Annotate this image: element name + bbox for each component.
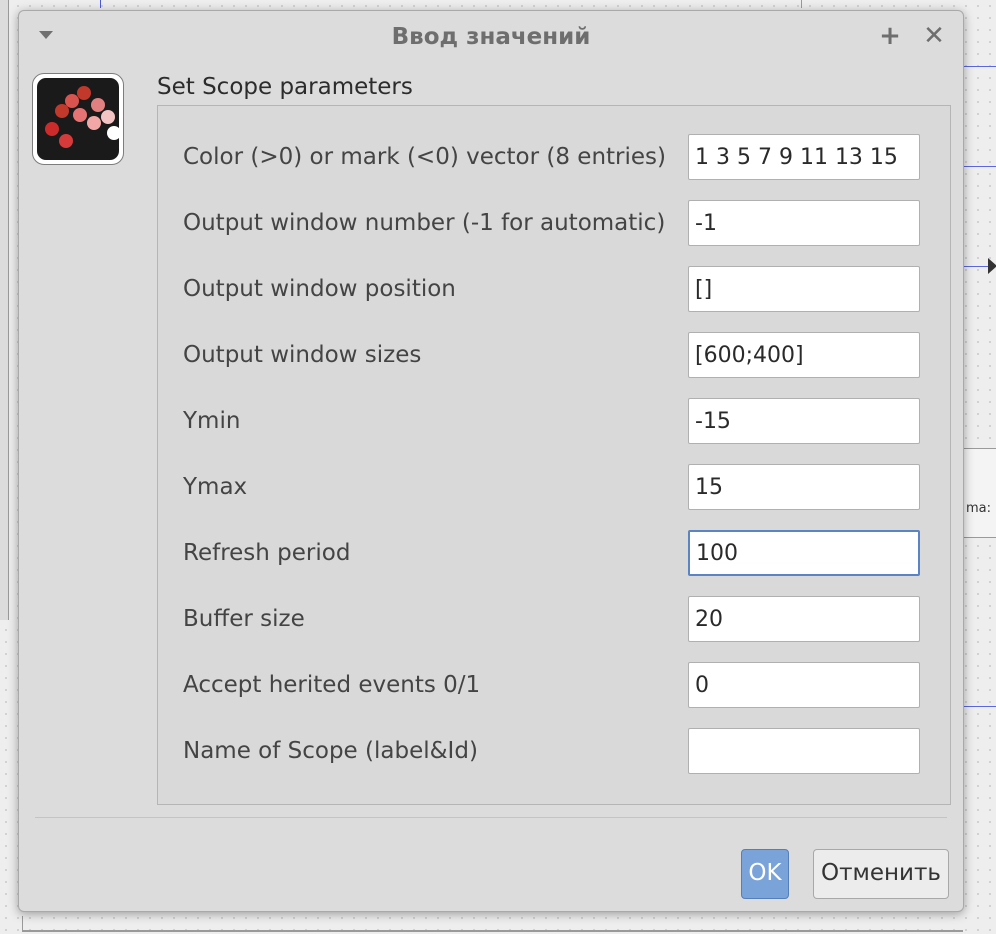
background-block: ma:: [962, 448, 996, 538]
link-line: [960, 266, 990, 267]
field-label: Ymin: [183, 408, 241, 434]
background-block-edge: [100, 0, 802, 8]
form-title: Set Scope parameters: [157, 74, 413, 100]
field-row-window-number: Output window number (-1 for automatic): [158, 200, 950, 250]
link-line: [960, 66, 996, 67]
field-label: Output window position: [183, 276, 456, 302]
field-row-ymax: Ymax: [158, 464, 950, 514]
field-label: Color (>0) or mark (<0) vector (8 entrie…: [183, 144, 666, 170]
refresh-period-input[interactable]: [688, 530, 920, 576]
link-line: [960, 166, 996, 167]
input-dialog: Ввод значений + ✕ Set Scope parameters C…: [18, 10, 964, 912]
background-frame: [22, 916, 963, 932]
field-label: Refresh period: [183, 540, 351, 566]
plus-icon[interactable]: +: [876, 21, 904, 51]
window-position-input[interactable]: [688, 266, 920, 312]
parameters-group: Color (>0) or mark (<0) vector (8 entrie…: [157, 105, 951, 805]
window-number-input[interactable]: [688, 200, 920, 246]
ymax-input[interactable]: [688, 464, 920, 510]
herited-events-input[interactable]: [688, 662, 920, 708]
window-sizes-input[interactable]: [688, 332, 920, 378]
field-row-color-vector: Color (>0) or mark (<0) vector (8 entrie…: [158, 134, 950, 184]
close-icon[interactable]: ✕: [920, 21, 948, 51]
cancel-button[interactable]: Отменить: [813, 849, 949, 899]
field-label: Output window sizes: [183, 342, 422, 368]
divider: [35, 817, 947, 818]
link-arrow-icon: [988, 258, 996, 274]
buffer-size-input[interactable]: [688, 596, 920, 642]
link-line: [960, 706, 996, 707]
field-row-window-position: Output window position: [158, 266, 950, 316]
field-label: Buffer size: [183, 606, 305, 632]
background-block-label: ma:: [966, 501, 992, 516]
scope-name-input[interactable]: [688, 728, 920, 774]
ymin-input[interactable]: [688, 398, 920, 444]
color-vector-input[interactable]: [688, 134, 920, 180]
field-row-refresh-period: Refresh period: [158, 530, 950, 580]
title-bar[interactable]: Ввод значений + ✕: [19, 11, 963, 63]
field-row-herited-events: Accept herited events 0/1: [158, 662, 950, 712]
field-row-window-sizes: Output window sizes: [158, 332, 950, 382]
field-label: Ymax: [183, 474, 248, 500]
field-label: Output window number (-1 for automatic): [183, 210, 666, 236]
background-panel: [0, 0, 9, 620]
field-label: Accept herited events 0/1: [183, 672, 481, 698]
field-label: Name of Scope (label&Id): [183, 738, 478, 764]
ok-button[interactable]: OK: [741, 849, 789, 899]
field-row-buffer-size: Buffer size: [158, 596, 950, 646]
scilab-icon: [32, 73, 124, 165]
field-row-scope-name: Name of Scope (label&Id): [158, 728, 950, 778]
dialog-title: Ввод значений: [391, 24, 591, 50]
field-row-ymin: Ymin: [158, 398, 950, 448]
